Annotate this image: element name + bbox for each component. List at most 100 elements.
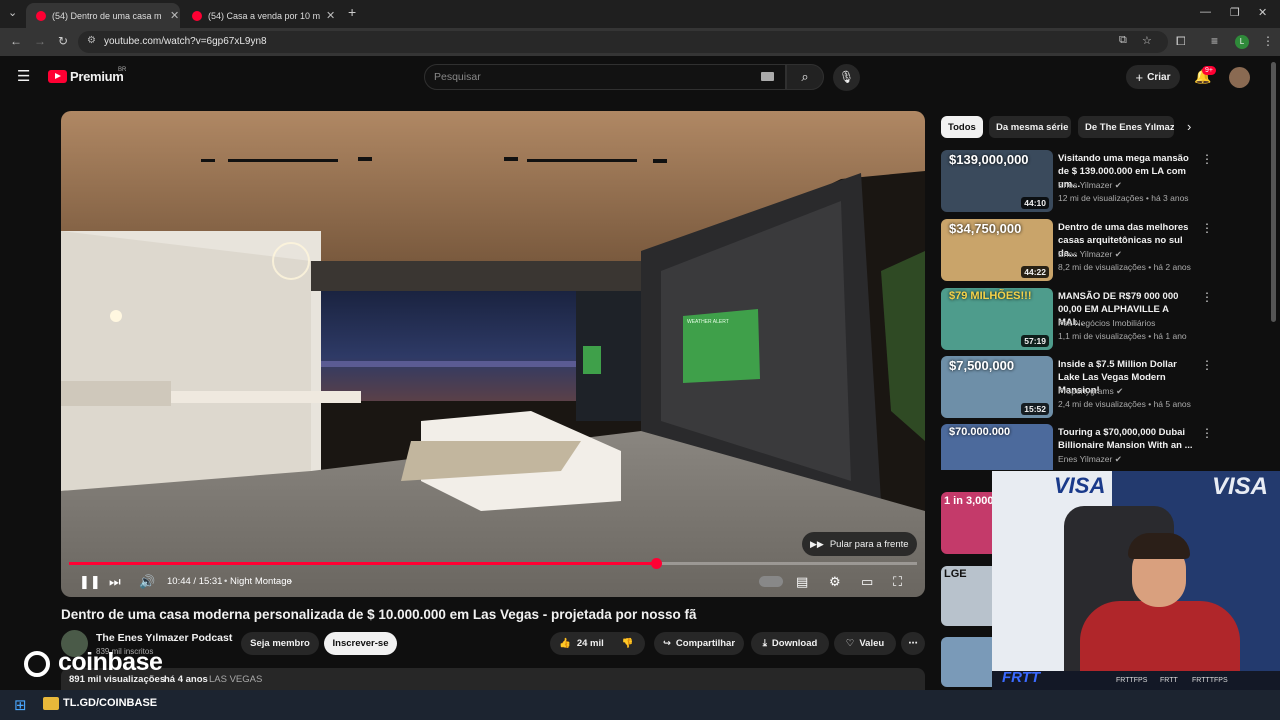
thumbnail-text: $139,000,000 [949, 152, 1029, 167]
skip-forward-button[interactable]: ▶▶ Pular para a frente [802, 532, 917, 556]
reload-icon[interactable]: ↻ [58, 34, 68, 48]
more-vertical-icon[interactable]: ⋮ [1201, 152, 1213, 166]
browser-tab[interactable]: (54) Casa a venda por 10 milhõ ✕ [182, 3, 342, 28]
more-vertical-icon[interactable]: ⋮ [1201, 221, 1213, 235]
thumbnail[interactable] [941, 637, 992, 687]
sponsor-wordmark: coinbase [58, 648, 163, 676]
next-video-icon[interactable]: ⏭ [109, 574, 121, 590]
minimize-icon[interactable]: — [1200, 6, 1211, 18]
chip-todos[interactable]: Todos [941, 116, 983, 138]
description-box[interactable]: 891 mil visualizações há 4 anos LAS VEGA… [61, 668, 925, 690]
media-icon[interactable]: ≡ [1211, 34, 1218, 48]
keyboard-icon[interactable] [761, 72, 774, 81]
forward-icon[interactable]: → [34, 34, 46, 48]
recommendation-title[interactable]: Touring a $70,000,000 Dubai Billionaire … [1058, 426, 1196, 452]
thanks-button[interactable]: ♡ Valeu [834, 632, 896, 655]
scrubber-handle[interactable] [650, 558, 662, 569]
thumbnail[interactable]: $34,750,000 44:22 [941, 219, 1053, 281]
bookmark-star-icon[interactable]: ☆ [1142, 34, 1152, 47]
settings-gear-icon[interactable]: ⚙ [829, 574, 841, 590]
channel-name[interactable]: The Enes Yılmazer Podcast [96, 632, 232, 644]
back-icon[interactable]: ← [10, 34, 22, 48]
profile-avatar[interactable]: L [1235, 35, 1249, 49]
recommendation-item[interactable]: $7,500,000 15:52 Inside a $7.5 Million Do… [941, 356, 1266, 418]
time-display: 10:44 / 15:31 [167, 576, 223, 587]
url-field[interactable]: ⚙ youtube.com/watch?v=6gp67xL9yn8 ⧉ ☆ [78, 31, 1168, 53]
subscribe-button[interactable]: Inscrever-se [324, 632, 397, 655]
recommendation-channel[interactable]: Enes Yilmazer ✔ [1058, 180, 1122, 191]
sponsor-link: TL.GD/COINBASE [63, 697, 158, 709]
more-vertical-icon[interactable]: ⋮ [1201, 358, 1213, 372]
video-player[interactable]: WEATHER ALERT ▶▶ Pular para a frente ❚❚ … [61, 111, 925, 597]
recommendation-item[interactable]: $70.000.000 Touring a $70,000,000 Dubai … [941, 424, 1266, 470]
file-explorer-icon[interactable] [43, 697, 59, 710]
download-icon: ⤓ [762, 638, 767, 649]
thumbnail[interactable]: $79 MILHÕES!!! 57:19 [941, 288, 1053, 350]
chapter-title[interactable]: Night Montage [230, 576, 292, 587]
webcam-sign-text: VISA [1054, 473, 1106, 498]
recommendation-item[interactable]: $34,750,000 44:22 Dentro de uma das melho… [941, 219, 1266, 281]
cast-icon[interactable]: ⧉ [1119, 34, 1127, 47]
recommendation-item[interactable]: $139,000,000 44:10 Visitando uma mega man… [941, 150, 1266, 212]
search-input[interactable]: Pesquisar [424, 64, 786, 90]
microphone-icon: 🎙 [838, 70, 855, 84]
extensions-icon[interactable]: ⧠ [1176, 34, 1186, 49]
browser-menu-icon[interactable]: ⋮ [1262, 34, 1274, 48]
share-button[interactable]: ↪ Compartilhar [654, 632, 744, 655]
maximize-icon[interactable]: ❐ [1230, 6, 1240, 19]
new-tab-icon[interactable]: + [348, 4, 356, 20]
hamburger-menu-icon[interactable]: ☰ [17, 67, 30, 85]
pause-icon[interactable]: ❚❚ [79, 574, 101, 590]
chip-from-channel[interactable]: De The Enes Yılmazer [1078, 116, 1174, 138]
thumbnail[interactable]: LGE [941, 566, 992, 626]
windows-start-icon[interactable]: ⊞ [14, 696, 27, 714]
progress-bar[interactable] [69, 558, 917, 569]
thumbs-up-icon[interactable]: 👍 [559, 638, 571, 649]
hashtag-link[interactable]: LAS VEGAS [209, 674, 262, 685]
close-tab-icon[interactable]: ✕ [170, 9, 179, 22]
page-scrollbar[interactable] [1271, 62, 1276, 322]
join-button[interactable]: Seja membro [241, 632, 319, 655]
chapter-chevron-icon[interactable]: › [289, 576, 292, 587]
youtube-favicon-icon [36, 10, 46, 21]
thumbnail[interactable]: 1 in 3,000 [941, 492, 992, 554]
recommendation-item[interactable]: $79 MILHÕES!!! 57:19 MANSÃO DE R$79 000 0… [941, 288, 1266, 350]
autoplay-toggle[interactable] [759, 576, 783, 587]
site-info-icon[interactable]: ⚙ [87, 35, 96, 46]
thumbnail[interactable]: $139,000,000 44:10 [941, 150, 1053, 212]
webcam-sign-text: VISA [1212, 473, 1269, 500]
like-count[interactable]: 24 mil [577, 638, 604, 649]
volume-icon[interactable]: 🔊 [139, 574, 155, 590]
tab-search-icon[interactable]: ⌄ [8, 6, 17, 19]
more-vertical-icon[interactable]: ⋮ [1201, 290, 1213, 304]
create-label: Criar [1147, 71, 1171, 83]
close-tab-icon[interactable]: ✕ [326, 9, 335, 22]
chips-next-chevron-icon[interactable]: › [1187, 119, 1191, 134]
notification-badge: 9+ [1202, 66, 1216, 75]
fullscreen-icon[interactable]: ⛶ [893, 574, 902, 590]
person-hair [1128, 533, 1190, 559]
more-vertical-icon[interactable]: ⋮ [1201, 426, 1213, 440]
recommendation-channel[interactable]: Enes Yilmazer ✔ [1058, 249, 1122, 260]
chip-same-series[interactable]: Da mesma série [989, 116, 1071, 138]
recommendation-channel[interactable]: Enes Yilmazer ✔ [1058, 454, 1122, 465]
thumbnail[interactable]: $70.000.000 [941, 424, 1053, 470]
more-actions-button[interactable]: ⋯ [901, 632, 925, 655]
account-avatar[interactable] [1229, 67, 1250, 88]
recommendation-channel[interactable]: Felt Negócios Imobiliários [1058, 318, 1155, 328]
search-button[interactable]: ⌕ [786, 64, 824, 90]
voice-search-button[interactable]: 🎙 [833, 64, 860, 91]
thumbnail[interactable]: $7,500,000 15:52 [941, 356, 1053, 418]
recommendation-channel[interactable]: Propertygrams ✔ [1058, 386, 1123, 397]
create-button[interactable]: + Criar [1126, 65, 1180, 89]
youtube-logo-icon[interactable] [48, 70, 67, 83]
theater-mode-icon[interactable]: ▭ [861, 574, 873, 590]
recommendation-meta: 2,4 mi de visualizações • há 5 anos [1058, 399, 1191, 409]
thumbs-down-icon[interactable]: 👎 [622, 638, 634, 649]
close-window-icon[interactable]: ✕ [1258, 6, 1267, 19]
subtitles-icon[interactable]: ▤ [796, 574, 808, 590]
webcam-overlay: VISA VISA FRTT FRTTFPS FRTT FRTTTFPS [992, 471, 1280, 690]
download-button[interactable]: ⤓ Download [751, 632, 829, 655]
browser-tab-active[interactable]: (54) Dentro de uma casa m ✕ [26, 3, 180, 28]
brand-label[interactable]: Premium [70, 69, 124, 84]
